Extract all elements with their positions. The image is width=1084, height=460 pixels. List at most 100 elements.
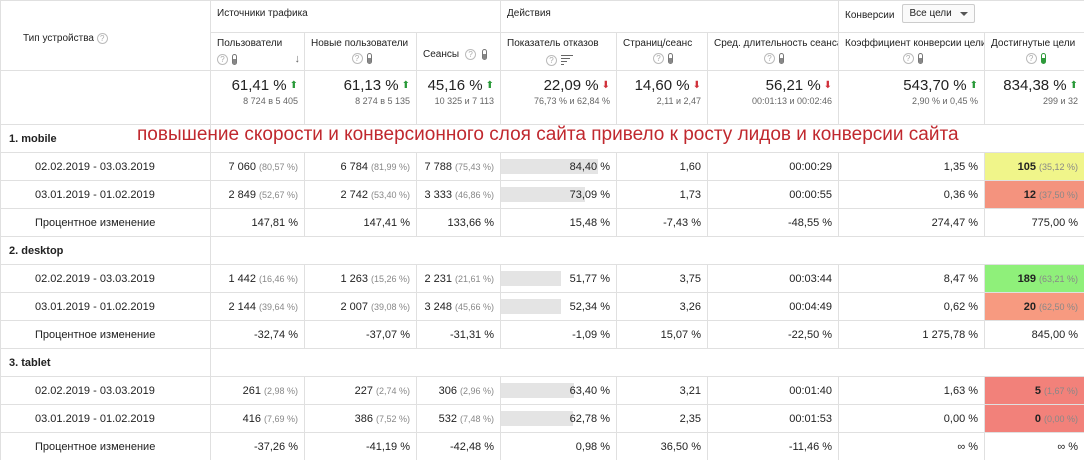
device-type-header[interactable]: Тип устройства ? [0,0,211,71]
sessions-value: 3 333 [424,188,452,201]
thermometer-icon [232,53,237,65]
pages-value: 15,07 % [660,328,702,341]
bar-chart-icon [561,53,574,67]
cell-users: -37,26 % [210,432,305,460]
segment-name[interactable]: 2. desktop [0,236,211,265]
sessions-share: (21,61 %) [454,273,495,284]
sessions-value: 532 [438,412,457,425]
users-value: 1 442 [228,272,256,285]
help-icon[interactable]: ? [764,53,776,64]
col-new-users[interactable]: Новые пользователи ? [304,32,417,71]
conv-value: 8,47 % [943,272,979,285]
duration-value: -22,50 % [788,328,833,341]
goal-select-value: Все цели [909,8,952,19]
cell-new: 1 263 (15,26 %) [304,264,417,293]
sessions-share: (45,66 %) [454,301,495,312]
help-icon[interactable]: ? [351,53,363,64]
help-icon[interactable]: ? [902,53,914,64]
col-pages-label: Страниц/сеанс [623,38,693,49]
segment-row[interactable]: 2. desktop [0,236,1084,265]
col-sessions-label: Сеансы [423,48,460,60]
sort-down-arrow-icon[interactable]: ↓ [295,53,301,65]
goals-share: (0,00 %) [1044,413,1079,424]
help-icon[interactable]: ? [546,54,558,66]
sessions-share: (2,96 %) [460,385,495,396]
cell-duration: 00:00:29 [707,152,840,181]
total-cell: 61,13 % ⬆ 8 274 в 5 135 [304,70,417,125]
help-icon[interactable]: ? [96,33,108,45]
col-new-users-label: Новые пользователи [311,38,409,49]
total-value: 22,09 % ⬇ [505,77,610,94]
users-value: 2 849 [228,188,256,201]
cell-users: 1 442 (16,46 %) [210,264,305,293]
cell-sessions: 2 231 (21,61 %) [415,264,502,293]
help-icon[interactable]: ? [217,53,228,65]
conv-value: 0,62 % [943,300,979,313]
col-avg-duration[interactable]: Сред. длительность сеанса ? [707,32,840,71]
row-label: 03.01.2019 - 01.02.2019 [0,292,211,321]
col-users[interactable]: Пользователи ? ↓ [210,32,305,71]
col-bounce-rate[interactable]: Показатель отказов ? [500,32,618,71]
segment-name[interactable]: 1. mobile [0,124,211,153]
conv-value: 0,00 % [943,412,979,425]
total-value: 14,60 % ⬇ [621,77,701,94]
col-sessions[interactable]: Сеансы? [415,32,502,71]
table-row: 03.01.2019 - 01.02.2019 2 849 (52,67 %) 2 7… [0,180,1084,209]
total-value: 61,13 % ⬆ [309,77,410,94]
caret-down-icon [959,11,968,16]
cell-duration: -22,50 % [707,320,840,349]
goals-share: (1,67 %) [1044,385,1079,396]
cell-users: 147,81 % [210,208,305,237]
users-value: 7 060 [228,160,256,173]
total-compare: 8 724 в 5 405 [243,96,298,106]
total-value: 543,70 % ⬆ [843,77,978,94]
duration-value: 00:01:40 [789,384,833,397]
bounce-value: 62,78 % [569,412,611,425]
pages-value: 3,21 [679,384,702,397]
help-icon[interactable]: ? [1025,53,1037,64]
cell-new: 2 007 (39,08 %) [304,292,417,321]
help-icon[interactable]: ? [653,53,665,64]
total-cell: 14,60 % ⬇ 2,11 и 2,47 [616,70,709,125]
segment-row[interactable]: 3. tablet [0,348,1084,377]
cell-duration: 00:03:44 [707,264,840,293]
cell-new: 2 742 (53,40 %) [304,180,417,209]
goals-share: (63,21 %) [1039,273,1079,284]
cell-bounce: 73,09 % [500,180,618,209]
col-pages-per-session[interactable]: Страниц/сеанс ? [616,32,709,71]
table-row: Процентное изменение 147,81 % 147,41 % 133,… [0,208,1084,237]
cell-pages: 36,50 % [616,432,709,460]
sessions-value: -42,48 % [449,440,495,453]
cell-goals: 5 (1,67 %) [984,376,1084,405]
arrow-up-icon: ⬆ [485,80,495,91]
col-goals-completed[interactable]: Достигнутые цели ? [984,32,1084,71]
pages-value: 1,73 [679,188,702,201]
cell-bounce: 84,40 % [500,152,618,181]
users-share: (16,46 %) [258,273,298,284]
sessions-value: 7 788 [424,160,452,173]
row-label: Процентное изменение [0,432,211,460]
duration-value: 00:04:49 [789,300,833,313]
col-conversion-rate[interactable]: Коэффициент конверсии цели ? [838,32,986,71]
cell-users: 416 (7,69 %) [210,404,305,433]
help-icon[interactable]: ? [465,48,477,60]
pages-value: 3,26 [679,300,702,313]
cell-conv: 0,00 % [838,404,986,433]
segment-name[interactable]: 3. tablet [0,348,211,377]
cell-pages: -7,43 % [616,208,709,237]
cell-duration: 00:00:55 [707,180,840,209]
row-label: 02.02.2019 - 03.03.2019 [0,376,211,405]
cell-new: 227 (2,74 %) [304,376,417,405]
total-compare: 10 325 и 7 113 [434,96,495,106]
segment-spacer [209,124,1084,153]
total-value: 61,41 % ⬆ [215,77,298,94]
new-share: (53,40 %) [370,189,410,200]
sessions-share: (7,48 %) [460,413,495,424]
table-row: 02.02.2019 - 03.03.2019 261 (2,98 %) 227 (2,… [0,376,1084,405]
duration-value: 00:01:53 [789,412,833,425]
new-value: 2 742 [340,188,368,201]
segment-spacer [209,348,1084,377]
goal-select[interactable]: Все цели [902,4,975,23]
segment-row[interactable]: 1. mobile [0,124,1084,153]
cell-sessions: -42,48 % [415,432,502,460]
